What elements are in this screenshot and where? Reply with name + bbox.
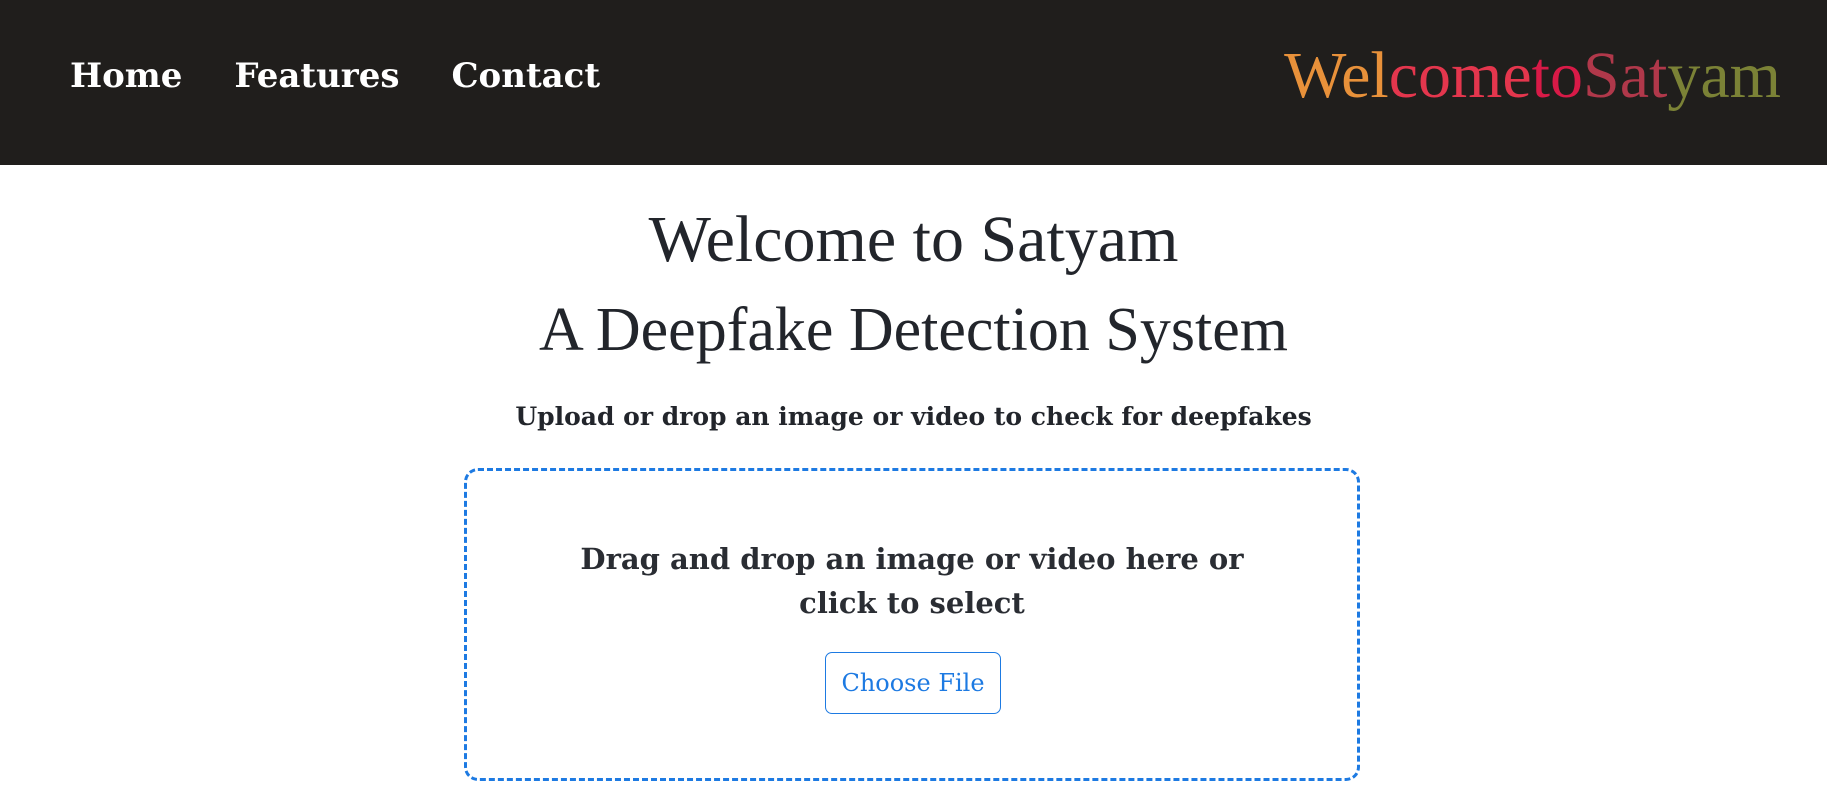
brand-title: Welcome to Satyam xyxy=(1284,38,1781,114)
choose-file-button[interactable]: Choose File xyxy=(825,652,1001,714)
upload-dropzone[interactable]: Drag and drop an image or video here or … xyxy=(464,468,1360,781)
nav-links: Home Features Contact xyxy=(70,56,600,96)
navbar: Home Features Contact Welcome to Satyam xyxy=(0,0,1827,165)
hero-subtitle: A Deepfake Detection System xyxy=(539,296,1288,364)
nav-link-contact[interactable]: Contact xyxy=(451,56,600,96)
upload-instruction: Upload or drop an image or video to chec… xyxy=(515,402,1312,431)
nav-link-features[interactable]: Features xyxy=(234,56,399,96)
nav-link-home[interactable]: Home xyxy=(70,56,182,96)
brand-part: Wel xyxy=(1284,39,1389,112)
brand-part: come xyxy=(1388,39,1532,112)
brand-part: Sat xyxy=(1583,39,1668,112)
hero: Welcome to Satyam A Deepfake Detection S… xyxy=(0,195,1827,375)
brand-part: to xyxy=(1531,39,1584,112)
brand-part: yam xyxy=(1667,39,1781,112)
hero-title: Welcome to Satyam xyxy=(648,203,1179,276)
dropzone-text: Drag and drop an image or video here or … xyxy=(580,542,1244,620)
